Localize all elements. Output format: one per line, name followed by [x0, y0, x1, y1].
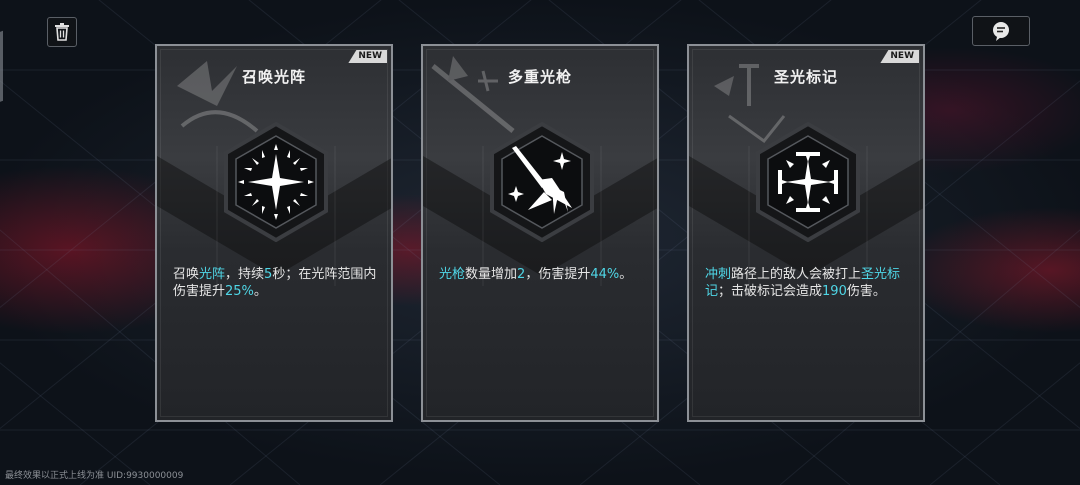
description-text: 。	[619, 267, 633, 282]
description-text: ，伤害提升	[525, 267, 591, 282]
card-description: 光枪数量增加2，伤害提升44%。	[439, 266, 649, 283]
card-title: 多重光枪	[507, 68, 572, 86]
skill-card-multi-light-spear[interactable]: 多重光枪 光枪数量增加2，伤害提升44%。	[421, 44, 659, 422]
card-description: 冲刺路径上的敌人会被打上圣光标记；击破标记会造成190伤害。	[705, 266, 915, 300]
card-title: 圣光标记	[773, 68, 838, 86]
highlight-term: 光枪	[439, 267, 466, 282]
card-title: 召唤光阵	[241, 68, 306, 86]
trash-button[interactable]	[47, 17, 77, 47]
skill-icon-frame	[482, 121, 602, 243]
highlight-term: 190	[822, 284, 847, 299]
chat-bubble-icon	[993, 22, 1009, 41]
multi-light-spear-icon	[490, 121, 594, 243]
highlight-term: 44%	[590, 267, 620, 282]
footer-uid-note: 最终效果以正式上线为准 UID:9930000009	[5, 471, 184, 481]
trash-icon	[55, 23, 69, 41]
skill-card-summon-light-array[interactable]: 召唤光阵 NEW 召唤光阵，持续5秒；在光阵范围内伤害提升25%。	[155, 44, 393, 422]
highlight-term: 光阵	[199, 267, 226, 282]
description-text: 数量增加	[465, 267, 518, 282]
card-description: 召唤光阵，持续5秒；在光阵范围内伤害提升25%。	[173, 266, 383, 300]
skill-card-holy-light-mark[interactable]: 圣光标记 NEW 冲刺路径上的敌人会被打上圣光标记；击破标记会造成190伤害。	[687, 44, 925, 422]
highlight-term: 25%	[225, 284, 254, 299]
description-text: ；击破标记会造成	[718, 284, 823, 299]
chat-button[interactable]	[972, 16, 1030, 46]
description-text: 。	[253, 284, 267, 299]
skill-icon-frame	[216, 121, 336, 243]
description-text: 召唤	[173, 267, 200, 282]
skill-icon-frame	[748, 121, 868, 243]
description-text: 路径上的敌人会被打上	[731, 267, 862, 282]
description-text: ，持续	[225, 267, 265, 282]
description-text: 伤害。	[846, 284, 886, 299]
holy-light-mark-icon	[756, 121, 860, 243]
summon-light-array-icon	[224, 121, 328, 243]
edge-decoration	[0, 28, 10, 102]
highlight-term: 冲刺	[705, 267, 732, 282]
